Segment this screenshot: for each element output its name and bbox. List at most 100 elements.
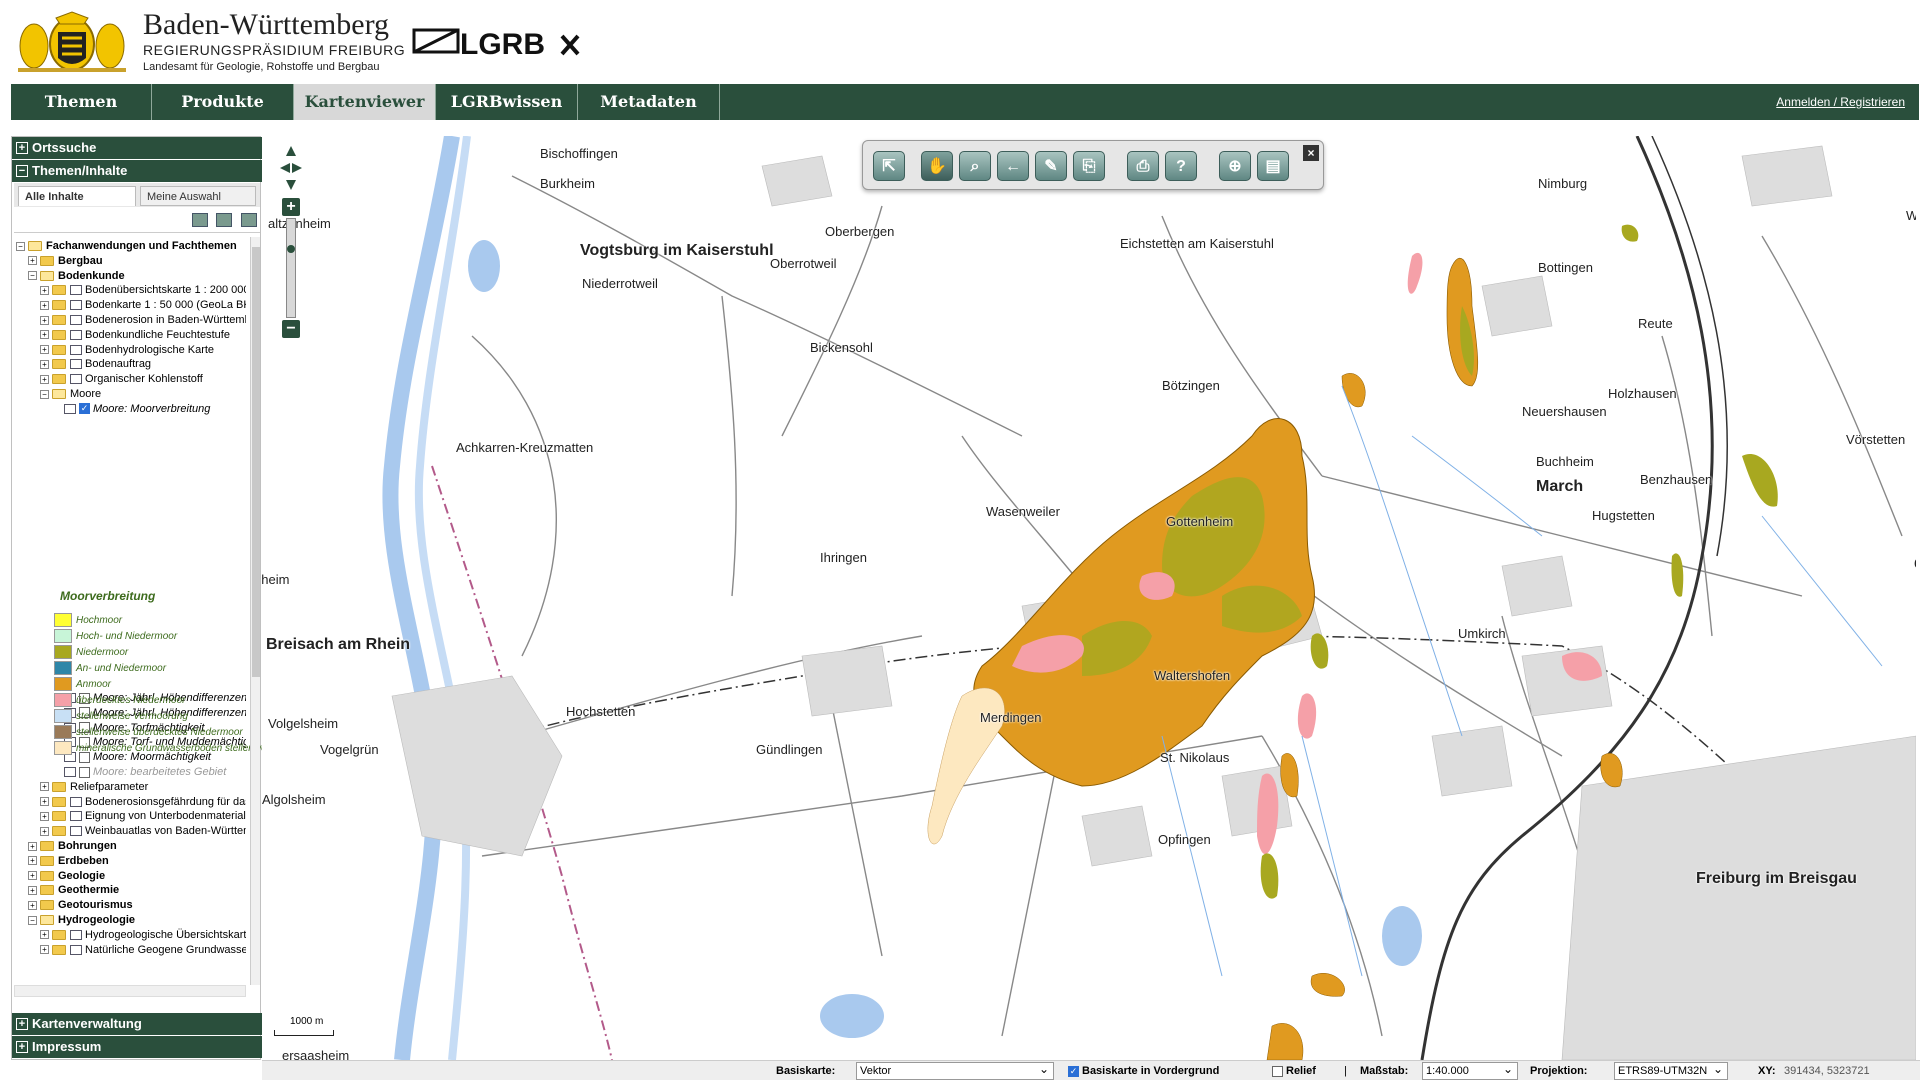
ortssuche-panel-header[interactable]: + Ortssuche [12,137,262,159]
tree-item-label: Geothermie [58,884,120,897]
pan-button[interactable]: ✋ [921,151,953,181]
expand-icon[interactable]: + [40,811,49,821]
expand-icon[interactable]: + [28,900,37,910]
close-toolbar-button[interactable]: × [1303,145,1319,161]
moor-niedermoor-area[interactable] [1310,633,1329,669]
expand-icon[interactable]: + [40,359,49,369]
tab-alle-inhalte[interactable]: Alle Inhalte [18,186,136,206]
previous-extent-button[interactable]: ⇱ [873,151,905,181]
tree-item-label: Moore: bearbeitetes Gebiet [93,766,227,779]
moor-ueberdeckt-area[interactable] [1297,693,1317,739]
zoom-out-button[interactable]: − [282,320,300,338]
zoom-button[interactable]: ⌕ [959,151,991,181]
projektion-label: Projektion: [1530,1065,1588,1077]
relief-checkbox[interactable] [1272,1065,1283,1077]
massstab-select[interactable]: 1:40.000 [1422,1061,1518,1080]
expand-icon[interactable]: + [28,841,37,851]
tree-item-label: Bodenhydrologische Karte [85,343,215,356]
expand-icon[interactable]: + [28,871,37,881]
layer-icon [70,300,82,311]
expand-icon[interactable]: + [28,856,37,866]
impressum-panel-header[interactable]: + Impressum [12,1036,262,1058]
collapse-all-icon[interactable] [216,213,233,227]
tree-item[interactable]: ✓ Moore: Moorverbreitung [14,400,246,418]
tree-scrollbar[interactable] [250,237,260,985]
collapse-icon[interactable]: − [28,915,37,925]
expand-icon[interactable]: + [40,782,49,792]
map-layer[interactable] [262,136,1916,1060]
relief-label: Relief [1286,1065,1316,1077]
collapse-icon[interactable]: − [16,241,25,251]
moor-niedermoor-area[interactable] [1621,224,1639,242]
collapse-icon[interactable]: − [40,389,49,399]
layer-checkbox[interactable] [79,766,90,778]
tree-options-icon[interactable] [240,213,257,227]
expand-icon[interactable]: + [40,330,49,340]
scrollbar-thumb[interactable] [252,247,260,677]
moor-anmoor-area[interactable] [1341,373,1366,408]
folder-icon [52,315,66,326]
projektion-select[interactable]: ETRS89-UTM32N [1614,1061,1728,1080]
moor-ueberdeckt-area[interactable] [1407,252,1423,294]
folder-icon [52,944,66,955]
kartenverwaltung-panel-header[interactable]: + Kartenverwaltung [12,1013,262,1035]
moor-niedermoor-area[interactable] [1742,454,1778,507]
expand-icon[interactable]: + [28,885,37,895]
horizontal-scrollbar[interactable] [14,985,246,997]
impressum-label: Impressum [32,1039,102,1054]
expand-icon[interactable]: + [40,300,49,310]
zoom-in-button[interactable]: + [282,198,300,216]
pan-arrows-icon[interactable] [278,144,304,192]
place-label: Algolsheim [262,792,326,807]
moor-anmoor-area[interactable] [1600,753,1623,788]
export-button[interactable]: ⎘ [1073,151,1105,181]
site-header: Baden-Württemberg REGIERUNGSPRÄSIDIUM FR… [0,0,1920,84]
nav-lgrbwissen[interactable]: LGRBwissen [436,84,578,120]
edit-button[interactable]: ✎ [1035,151,1067,181]
login-register-link[interactable]: Anmelden / Registrieren [1776,84,1905,120]
map-canvas[interactable]: Bischoffingen Burkheim Oberbergen Vogtsburg… [262,136,1916,1060]
nav-kartenviewer[interactable]: Kartenviewer [294,84,436,120]
zoom-slider-handle[interactable] [287,245,295,253]
folder-icon [52,811,66,822]
expand-all-icon[interactable] [192,213,208,227]
place-label: Opfingen [1158,832,1211,847]
moor-niedermoor-area[interactable] [1260,853,1279,899]
back-button[interactable]: ← [997,151,1029,181]
moor-ueberdeckt-area[interactable] [1257,773,1279,855]
tree-item-label: Bodenkarte 1 : 50 000 (GeoLa BK50) [85,299,246,312]
expand-icon[interactable]: + [40,797,49,807]
moor-anmoor-area[interactable] [1310,973,1345,997]
layers-button[interactable]: ▤ [1257,151,1289,181]
basiskarte-select[interactable]: Vektor [856,1061,1054,1080]
themen-panel-header[interactable]: − Themen/Inhalte [12,160,262,182]
help-button[interactable]: ? [1165,151,1197,181]
collapse-icon[interactable]: − [28,271,37,281]
expand-icon[interactable]: + [40,826,49,836]
expand-icon[interactable]: + [40,930,49,940]
print-button[interactable]: ⎙ [1127,151,1159,181]
moor-niedermoor-area[interactable] [1671,553,1684,597]
moor-ueberdeckt-area[interactable] [1139,572,1175,600]
expand-icon[interactable]: + [40,345,49,355]
layer-checkbox[interactable]: ✓ [79,403,90,415]
expand-icon[interactable]: + [28,256,37,266]
nav-metadaten[interactable]: Metadaten [578,84,720,120]
place-label: Hochstetten [566,704,636,719]
nav-themen[interactable]: Themen [11,84,152,120]
moor-anmoor-area[interactable] [1266,1023,1304,1060]
place-label: Buchheim [1536,454,1594,469]
place-label: ersaasheim [282,1048,350,1060]
vordergrund-checkbox[interactable]: ✓ [1068,1065,1079,1077]
expand-icon[interactable]: + [40,374,49,384]
expand-icon[interactable]: + [40,945,49,955]
xy-readout: 391434, 5323721 [1784,1065,1870,1077]
expand-icon[interactable]: + [40,315,49,325]
tree-item[interactable]: + Natürliche Geogene Grundwasserbeschaffe… [14,941,246,959]
nav-produkte[interactable]: Produkte [152,84,294,120]
zoom-slider[interactable] [286,218,296,318]
expand-icon[interactable]: + [40,285,49,295]
tab-meine-auswahl[interactable]: Meine Auswahl [140,186,256,206]
zoom-extent-button[interactable]: ⊕ [1219,151,1251,181]
folder-icon [28,241,42,252]
